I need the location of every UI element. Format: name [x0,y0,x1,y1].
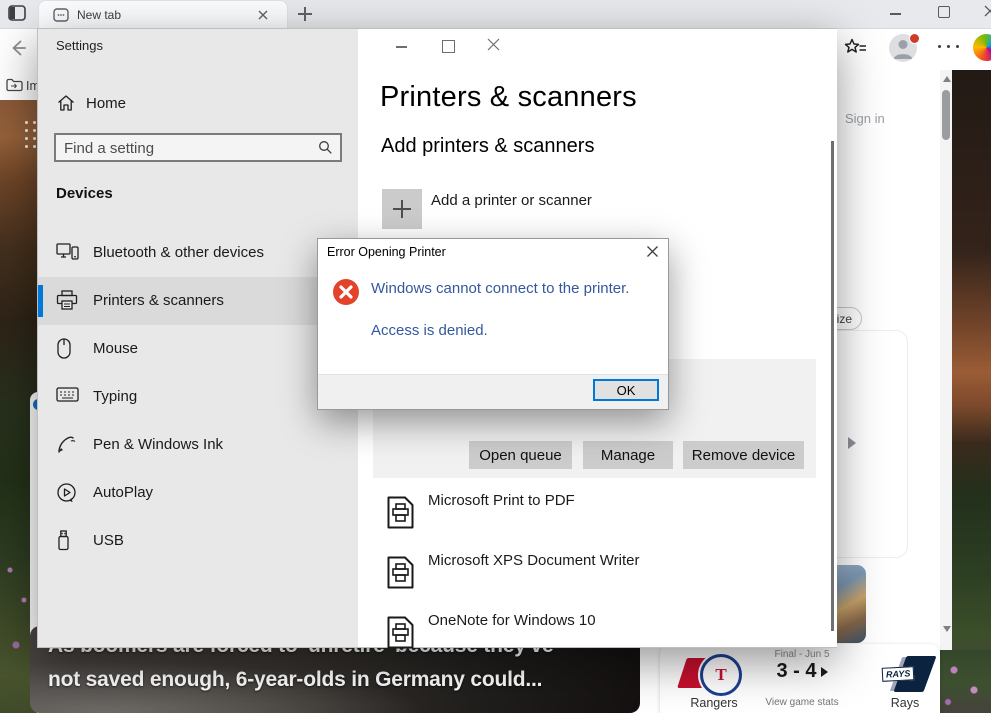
sidebar-item-mouse[interactable]: Mouse [38,325,358,373]
new-tab-button[interactable] [298,7,312,21]
sidebar-item-usb[interactable]: USB [38,517,358,565]
settings-search-box[interactable] [54,133,342,162]
settings-maximize-icon[interactable] [442,40,455,53]
page-title: Printers & scanners [380,81,637,114]
tab-actions-menu-icon[interactable] [8,5,26,21]
add-section-title: Add printers & scanners [381,135,594,158]
game-status: Final - Jun 5 [756,649,848,660]
sidebar-section-title: Devices [56,185,113,202]
rangers-circle: T [700,654,742,696]
home-team-label: Rangers [676,696,752,710]
sign-in-link[interactable]: Sign in [845,111,885,126]
usb-icon [56,530,71,551]
error-icon [333,279,359,305]
printer-document-icon [387,616,414,649]
sidebar-item-bluetooth-other-devices[interactable]: Bluetooth & other devices [38,229,358,277]
away-team-label: Rays [872,696,938,710]
selected-accent-bar [38,285,43,317]
pen-icon [56,434,77,455]
error-dialog: Error Opening Printer Windows cannot con… [317,238,669,410]
score-expand-icon[interactable] [821,667,828,677]
settings-minimize-icon[interactable] [396,46,407,48]
settings-window-title: Settings [56,38,103,53]
tab-title: New tab [77,8,121,22]
open-queue-button[interactable]: Open queue [469,441,572,469]
sports-score-card[interactable]: T Rangers Final - Jun 5 3 - 4 View game … [660,644,940,713]
sidebar-item-printers-scanners[interactable]: Printers & scanners [38,277,358,325]
search-icon[interactable] [318,140,333,155]
mouse-icon [56,338,72,359]
printer-document-icon [387,556,414,589]
scroll-up-icon[interactable] [943,76,951,82]
browser-close-icon[interactable] [984,5,991,17]
sidebar-item-pen-windows-ink[interactable]: Pen & Windows Ink [38,421,358,469]
browser-tab[interactable]: New tab [38,0,288,28]
rays-wordmark: RAYS [882,666,915,682]
page-scrollbar[interactable] [940,70,952,650]
rangers-logo: T [682,654,744,694]
dialog-message-line2: Access is denied. [371,322,488,339]
view-game-stats-link[interactable]: View game stats [752,697,852,708]
printer-document-icon [387,496,414,529]
rays-logo: RAYS [882,656,930,692]
background-photo-right [952,70,991,713]
screen: New tab Im [0,0,991,713]
back-icon[interactable] [8,38,28,58]
settings-search-input[interactable] [62,136,306,160]
sidebar-item-label: Home [86,95,126,112]
news-headline-line2: not saved enough, 6-year-olds in Germany… [48,668,542,692]
dialog-close-icon[interactable] [646,245,659,258]
carousel-next-icon[interactable] [848,437,856,449]
autoplay-icon [56,482,77,503]
tab-close-icon[interactable] [257,9,269,21]
keyboard-icon [56,386,79,403]
scrollbar-thumb[interactable] [942,90,950,140]
settings-sidebar: Settings Home Devices Bluetooth & other … [38,29,358,647]
printer-icon [56,290,78,311]
sidebar-item-autoplay[interactable]: AutoPlay [38,469,358,517]
browser-menu-icon[interactable] [938,45,964,49]
background-photo-corner [940,650,991,713]
folder-icon [6,78,23,92]
favorites-icon[interactable] [843,37,868,59]
scroll-down-icon[interactable] [943,626,951,632]
browser-minimize-icon[interactable] [890,13,901,15]
game-score: 3 - 4 [756,660,848,683]
settings-close-icon[interactable] [487,38,500,51]
dialog-message-line1: Windows cannot connect to the printer. [371,280,629,297]
ok-button[interactable]: OK [593,379,659,401]
browser-tab-strip: New tab [0,0,991,29]
manage-button[interactable]: Manage [583,441,673,469]
remove-device-button[interactable]: Remove device [683,441,804,469]
browser-restore-icon[interactable] [938,6,950,18]
add-printer-button[interactable] [382,189,422,229]
dialog-title: Error Opening Printer [327,245,446,259]
sidebar-item-home[interactable]: Home [38,85,358,121]
settings-content-scrollbar[interactable] [831,141,834,631]
sidebar-item-typing[interactable]: Typing [38,373,358,421]
new-tab-favicon-icon [53,8,69,22]
devices-icon [56,242,79,262]
add-printer-label: Add a printer or scanner [431,192,592,209]
home-icon [56,93,76,113]
notification-dot [909,33,920,44]
